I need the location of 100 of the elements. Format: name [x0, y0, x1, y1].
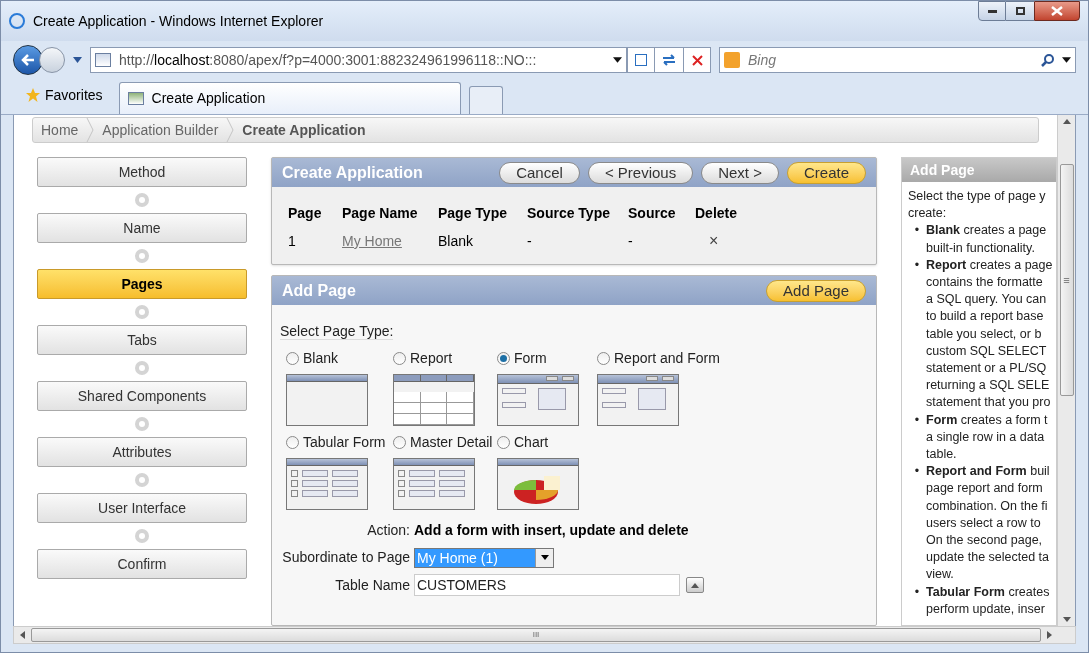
step-connector-icon	[135, 193, 149, 207]
help-text: statement or a PL/SQ	[926, 360, 1048, 378]
radio-button[interactable]	[597, 352, 610, 365]
wizard-step: Pages	[37, 269, 247, 299]
refresh-button[interactable]	[655, 47, 683, 73]
dropdown-arrow-icon[interactable]	[613, 57, 622, 63]
table-cell: -	[628, 233, 633, 249]
help-text: to build a report base	[926, 308, 1045, 326]
help-text: users select a row to	[926, 514, 1042, 532]
column-header: Page	[288, 204, 323, 223]
favorites-button[interactable]: Favorites	[17, 80, 111, 110]
radio-button[interactable]	[497, 352, 510, 365]
delete-button[interactable]: ×	[709, 233, 719, 249]
column-header: Source Type	[527, 204, 611, 223]
address-field[interactable]: http://localhost:8080/apex/f?p=4000:3001:882324961996118::NO:::	[90, 47, 627, 73]
breadcrumb-link[interactable]: Application Builder	[94, 119, 227, 141]
up-arrow-icon[interactable]	[691, 582, 699, 588]
step-connector-icon	[135, 361, 149, 375]
compatibility-view-button[interactable]	[627, 47, 655, 73]
help-text: Select the type of page y	[908, 188, 1047, 205]
help-text: perform update, inser	[926, 600, 1046, 618]
scroll-down-arrow-icon[interactable]	[1062, 617, 1071, 622]
browser-tab[interactable]: Create Application	[118, 82, 461, 114]
back-arrow-icon	[21, 54, 35, 66]
field-label: Table Name	[334, 575, 410, 595]
wizard-step: Method	[37, 157, 247, 187]
help-text: built-in functionality.	[926, 239, 1036, 257]
help-text: On the second page,	[926, 532, 1044, 550]
radio-button[interactable]	[286, 436, 299, 449]
minimize-button[interactable]	[978, 1, 1006, 21]
vertical-scrollbar[interactable]: ≡	[1057, 115, 1075, 626]
wizard-button[interactable]: < Previous	[587, 161, 694, 184]
column-header: Page Type	[438, 204, 508, 223]
stop-icon	[691, 54, 703, 66]
help-text: page report and form	[926, 480, 1044, 498]
add-page-button[interactable]: Add Page	[766, 279, 866, 302]
breadcrumb-link[interactable]: Create Application	[234, 119, 374, 141]
wizard-step: Name	[37, 213, 247, 243]
help-title: Add Page	[910, 160, 975, 180]
help-text: returning a SQL SELE	[926, 377, 1051, 395]
radio-label[interactable]: Blank	[303, 348, 339, 369]
help-text: statement that you pro	[926, 394, 1052, 412]
back-button[interactable]	[13, 45, 43, 75]
expand-button[interactable]	[686, 577, 704, 593]
breadcrumb-link[interactable]: Home	[33, 119, 87, 141]
close-button[interactable]	[1034, 1, 1080, 21]
panel-title: Create Application	[282, 162, 424, 183]
horizontal-scrollbar[interactable]: III	[13, 626, 1076, 644]
bullet-text: •	[913, 583, 921, 601]
refresh-arrows-icon	[662, 54, 676, 66]
dropdown-arrow-icon[interactable]	[1062, 57, 1071, 63]
help-text: custom SQL SELECT	[926, 342, 1048, 360]
page-icon	[95, 53, 111, 67]
scroll-up-arrow-icon[interactable]	[1062, 119, 1071, 124]
search-icon[interactable]	[1041, 53, 1054, 67]
maximize-button[interactable]	[1006, 1, 1034, 21]
help-text: Blank creates a page	[926, 222, 1047, 240]
scroll-right-arrow-icon[interactable]	[1047, 631, 1052, 639]
radio-label[interactable]: Form	[514, 348, 547, 369]
star-icon	[25, 87, 41, 103]
dropdown-arrow-icon[interactable]	[540, 555, 549, 560]
action-text: Add a form with insert, update and delete	[414, 521, 690, 540]
search-box[interactable]: Bing	[719, 47, 1076, 73]
column-header: Source	[628, 204, 677, 223]
wizard-step: Attributes	[37, 437, 247, 467]
bullet-text: •	[913, 463, 921, 481]
bullet-text: •	[913, 222, 921, 240]
scroll-left-arrow-icon[interactable]	[20, 631, 25, 639]
radio-button[interactable]	[497, 436, 510, 449]
step-connector-icon	[135, 473, 149, 487]
radio-button[interactable]	[393, 352, 406, 365]
radio-label[interactable]: Chart	[514, 432, 549, 453]
page-name-link[interactable]: My Home	[342, 233, 402, 249]
table-name-field[interactable]: CUSTOMERS	[414, 574, 680, 596]
wizard-button[interactable]: Next >	[701, 161, 779, 184]
radio-label[interactable]: Report	[410, 348, 453, 369]
help-text: create:	[908, 205, 948, 223]
help-text: a SQL query. You can	[926, 291, 1048, 309]
help-text: contains the formatte	[926, 274, 1044, 291]
search-field[interactable]: Bing	[748, 49, 1033, 71]
stop-button[interactable]	[683, 47, 711, 73]
radio-label[interactable]: Master Detail	[410, 432, 493, 453]
wizard-button[interactable]: Create	[786, 161, 866, 184]
help-text: table.	[926, 446, 958, 464]
field-label: Select Page Type:	[280, 323, 394, 340]
help-text: Tabular Form creates	[926, 583, 1050, 601]
radio-label[interactable]: Tabular Form	[303, 432, 386, 453]
column-header: Page Name	[342, 204, 419, 223]
radio-label[interactable]: Report and Form	[614, 348, 720, 369]
radio-button[interactable]	[286, 352, 299, 365]
table-cell: Blank	[438, 233, 474, 249]
window-title: Create Application - Windows Internet Explorer	[33, 11, 324, 31]
field-label: Action:	[366, 521, 410, 540]
wizard-button[interactable]: Cancel	[499, 161, 580, 184]
help-text: table you select, or b	[926, 325, 1043, 343]
step-connector-icon	[135, 417, 149, 431]
step-connector-icon	[135, 249, 149, 263]
help-text: update the selected ta	[926, 549, 1050, 567]
help-text: Report creates a page	[926, 256, 1053, 274]
radio-button[interactable]	[393, 436, 406, 449]
